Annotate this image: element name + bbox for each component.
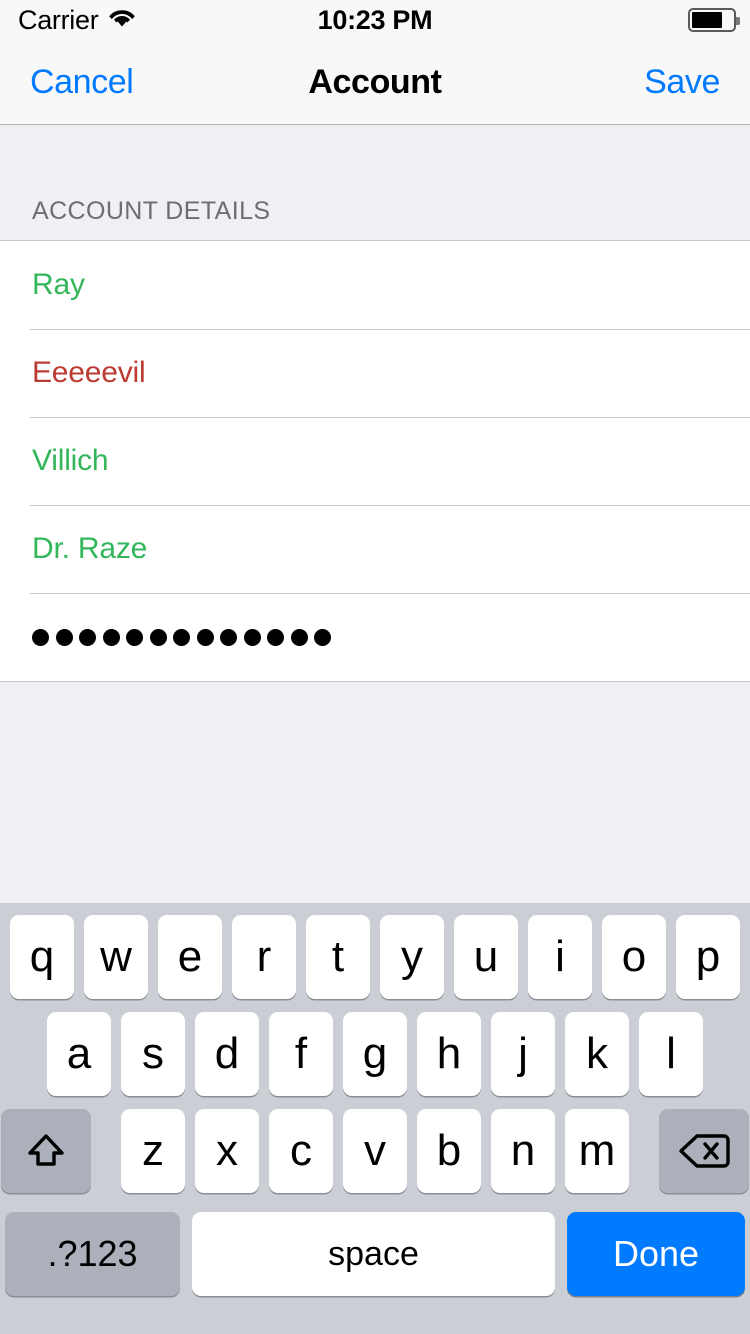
field-row-title[interactable] — [0, 505, 750, 593]
key-v[interactable]: v — [343, 1109, 407, 1193]
key-f[interactable]: f — [269, 1012, 333, 1096]
password-dot — [290, 628, 308, 646]
save-button[interactable]: Save — [644, 63, 720, 102]
key-d[interactable]: d — [195, 1012, 259, 1096]
field-row-first-name[interactable] — [0, 241, 750, 329]
key-b[interactable]: b — [417, 1109, 481, 1193]
key-t[interactable]: t — [306, 915, 370, 999]
key-r[interactable]: r — [232, 915, 296, 999]
keyboard-row-1: qwertyuiop — [0, 915, 750, 1012]
password-field[interactable] — [32, 628, 331, 646]
done-key[interactable]: Done — [567, 1212, 745, 1296]
password-dot — [102, 628, 120, 646]
key-q[interactable]: q — [10, 915, 74, 999]
keyboard-row-3: zxcvbnm — [0, 1109, 750, 1206]
key-g[interactable]: g — [343, 1012, 407, 1096]
on-screen-keyboard: qwertyuiop asdfghjkl zxcvbnm .?123 space… — [0, 903, 750, 1334]
key-i[interactable]: i — [528, 915, 592, 999]
password-dot — [243, 628, 261, 646]
key-n[interactable]: n — [491, 1109, 555, 1193]
password-dot — [32, 628, 49, 646]
password-dot — [55, 628, 73, 646]
key-h[interactable]: h — [417, 1012, 481, 1096]
key-a[interactable]: a — [47, 1012, 111, 1096]
key-l[interactable]: l — [639, 1012, 703, 1096]
keyboard-row-2: asdfghjkl — [0, 1012, 750, 1109]
first-name-input[interactable] — [32, 268, 750, 302]
password-dot — [314, 628, 331, 646]
backspace-icon[interactable] — [659, 1109, 749, 1193]
password-dot — [126, 628, 143, 646]
iphone-screen: Carrier 10:23 PM Cancel Account Save ACC… — [0, 0, 750, 1334]
account-details-table — [0, 240, 750, 682]
section-header-account-details: ACCOUNT DETAILS — [32, 197, 271, 225]
key-z[interactable]: z — [121, 1109, 185, 1193]
numeric-toggle-key[interactable]: .?123 — [5, 1212, 180, 1296]
status-bar-right — [688, 8, 740, 32]
key-o[interactable]: o — [602, 915, 666, 999]
keyboard-row-4: .?123 space Done — [0, 1206, 750, 1302]
password-dot — [267, 628, 284, 646]
password-dot — [196, 628, 214, 646]
key-j[interactable]: j — [491, 1012, 555, 1096]
key-s[interactable]: s — [121, 1012, 185, 1096]
key-u[interactable]: u — [454, 915, 518, 999]
key-p[interactable]: p — [676, 915, 740, 999]
key-k[interactable]: k — [565, 1012, 629, 1096]
password-dot — [220, 628, 237, 646]
last-name-input[interactable] — [32, 444, 750, 478]
password-dot — [149, 628, 167, 646]
key-c[interactable]: c — [269, 1109, 333, 1193]
key-e[interactable]: e — [158, 915, 222, 999]
status-bar: Carrier 10:23 PM — [0, 0, 750, 40]
cancel-button[interactable]: Cancel — [30, 63, 134, 102]
key-x[interactable]: x — [195, 1109, 259, 1193]
password-dot — [79, 628, 96, 646]
key-w[interactable]: w — [84, 915, 148, 999]
navigation-bar: Cancel Account Save — [0, 40, 750, 125]
title-input[interactable] — [32, 532, 750, 566]
space-key[interactable]: space — [192, 1212, 555, 1296]
field-row-password[interactable] — [0, 593, 750, 681]
field-row-last-name[interactable] — [0, 417, 750, 505]
field-row-nickname[interactable] — [0, 329, 750, 417]
clock-label: 10:23 PM — [317, 4, 433, 35]
keyboard-row-3-letters: zxcvbnm — [116, 1109, 634, 1206]
password-dot — [173, 628, 190, 646]
shift-icon[interactable] — [1, 1109, 91, 1193]
battery-icon — [688, 8, 740, 32]
key-m[interactable]: m — [565, 1109, 629, 1193]
nickname-input[interactable] — [32, 356, 750, 390]
form-content: ACCOUNT DETAILS — [0, 126, 750, 903]
key-y[interactable]: y — [380, 915, 444, 999]
